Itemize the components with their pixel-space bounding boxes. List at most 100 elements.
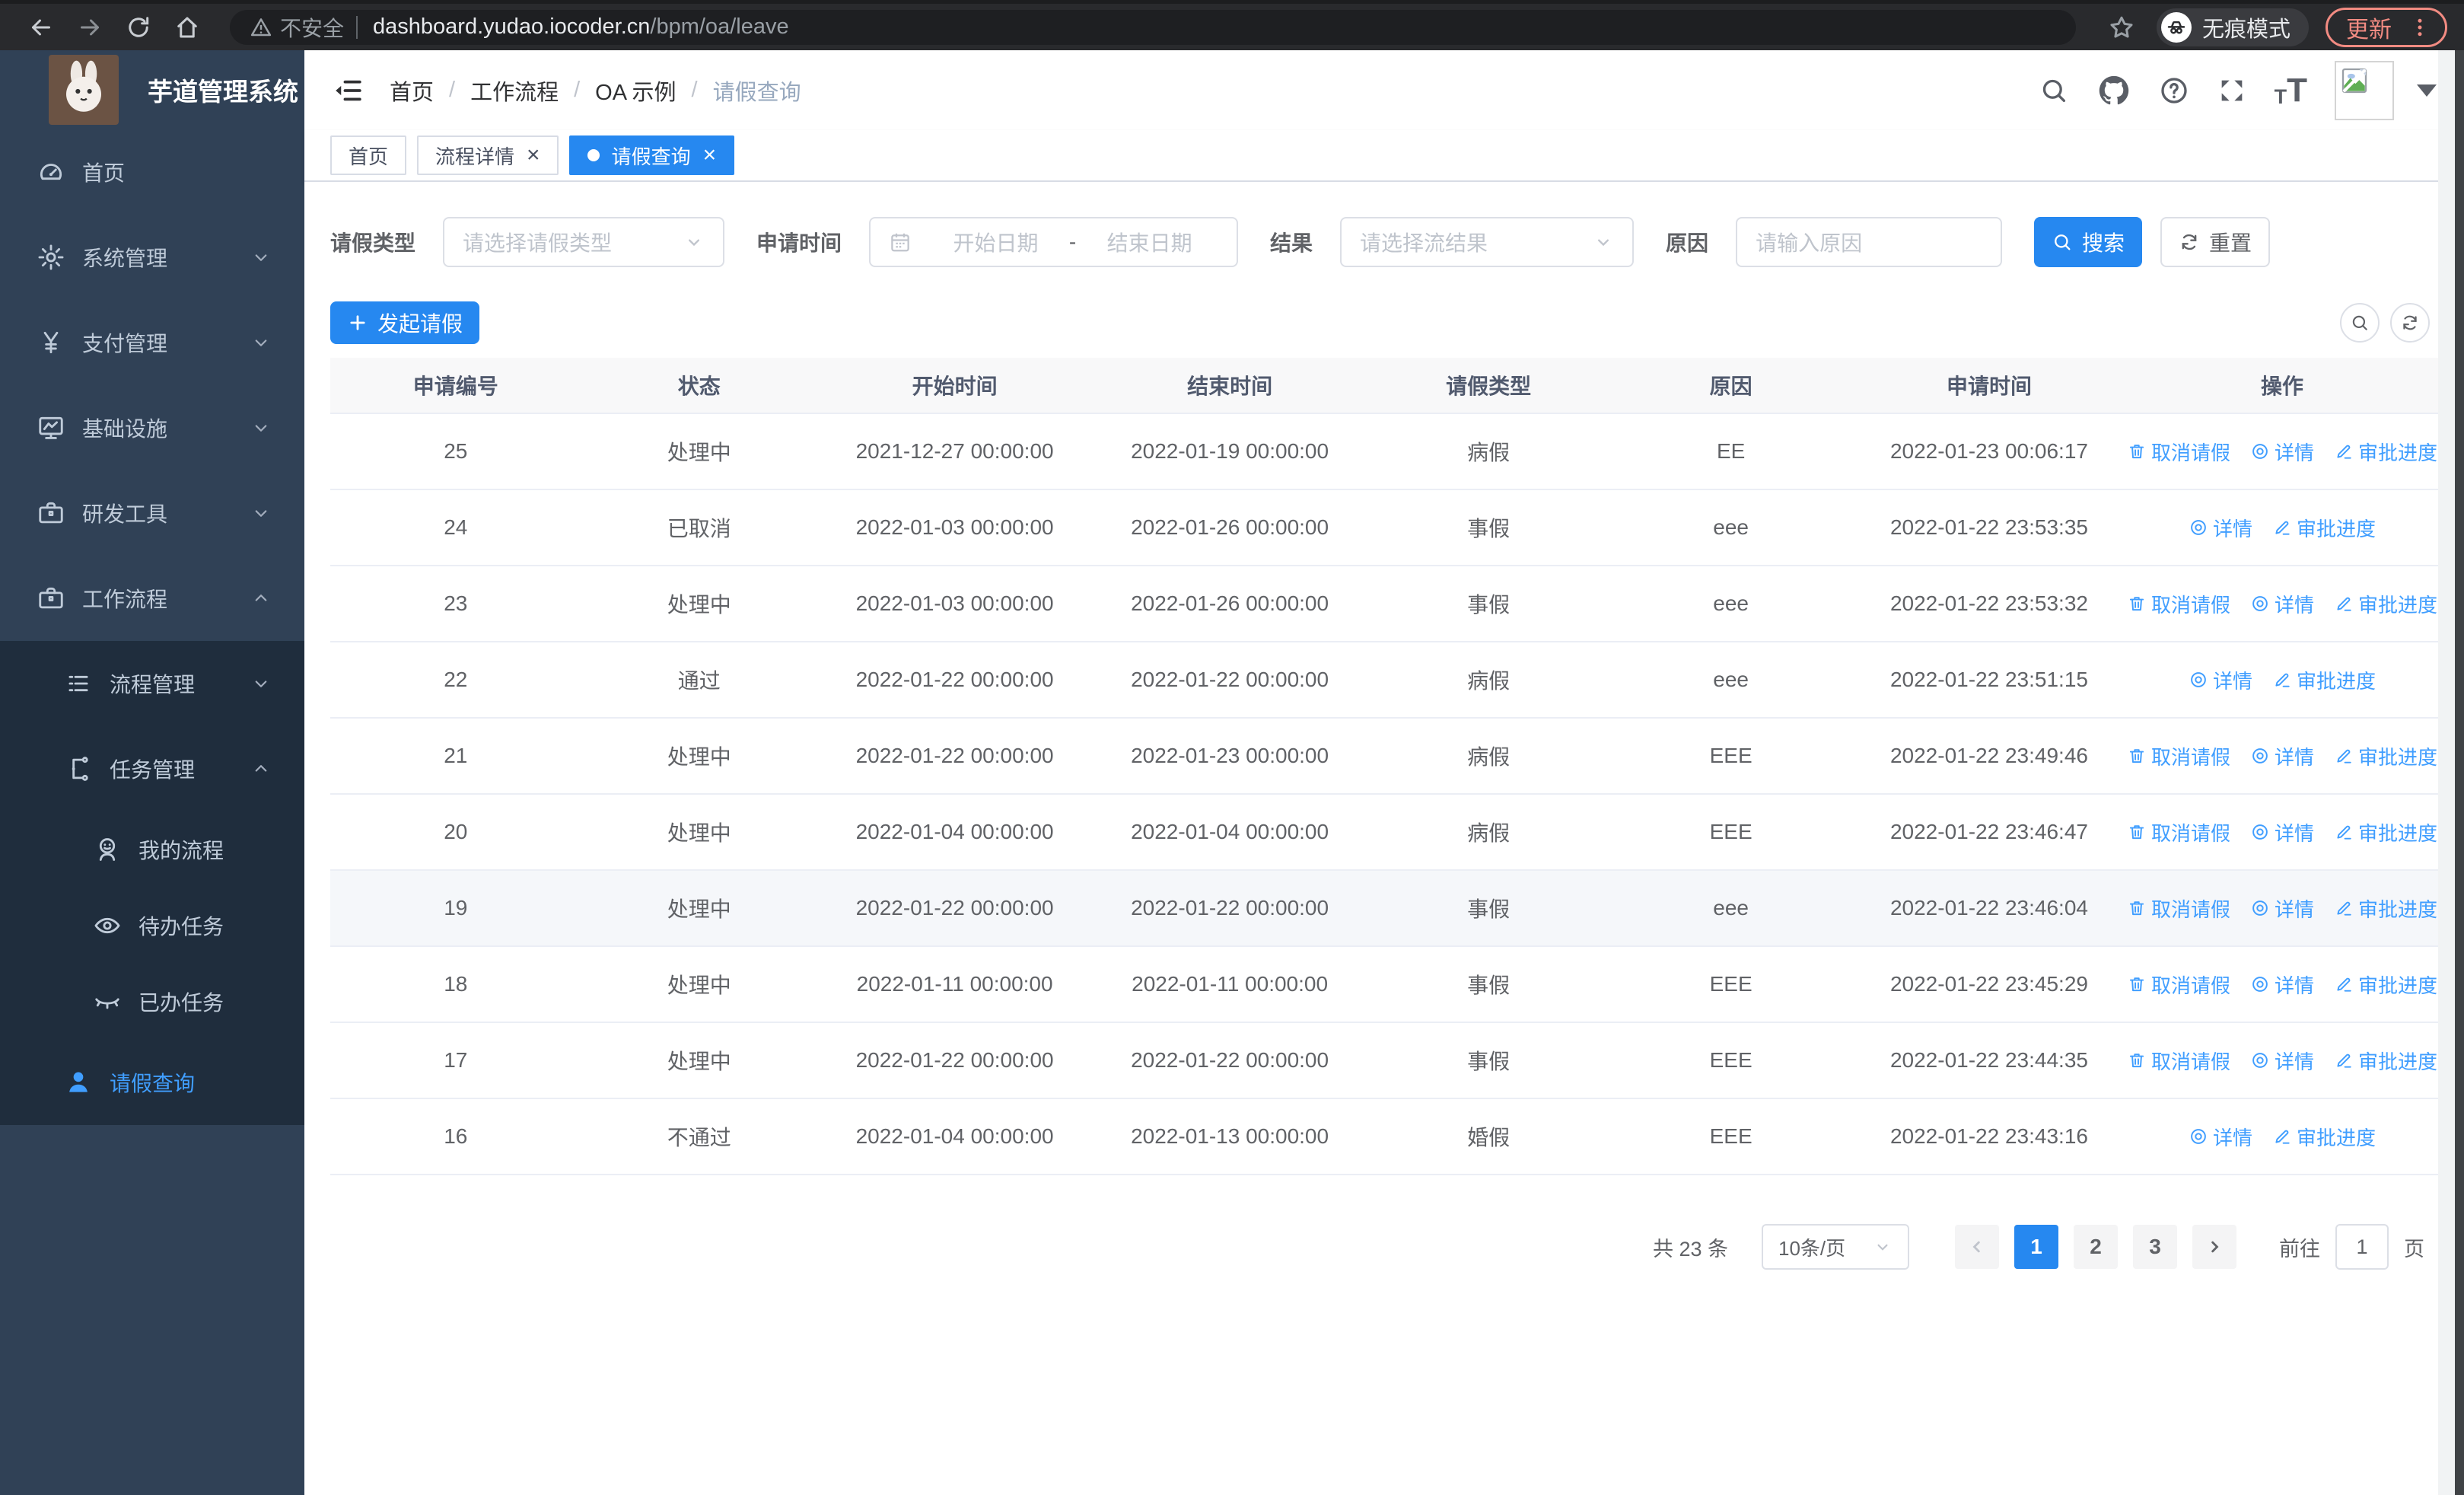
detail-link[interactable]: 详情 — [2189, 514, 2252, 542]
sidebar-item-task-mgmt[interactable]: 任务管理 — [0, 726, 304, 811]
search-button[interactable]: 搜索 — [2034, 217, 2143, 267]
cancel-leave-link[interactable]: 取消请假 — [2127, 971, 2230, 999]
breadcrumb-workflow[interactable]: 工作流程 — [470, 75, 559, 107]
detail-link[interactable]: 详情 — [2250, 971, 2314, 999]
approval-progress-link[interactable]: 审批进度 — [2334, 971, 2437, 999]
cell-apply-time: 2022-01-22 23:46:47 — [1889, 820, 2088, 843]
close-icon[interactable]: × — [703, 144, 717, 167]
detail-link[interactable]: 详情 — [2250, 742, 2314, 770]
page-button-1[interactable]: 1 — [2014, 1225, 2058, 1269]
detail-link[interactable]: 详情 — [2189, 666, 2252, 694]
cancel-leave-link[interactable]: 取消请假 — [2127, 742, 2230, 770]
sidebar-item-payment[interactable]: 支付管理 — [0, 300, 304, 385]
cell-leave-type: 事假 — [1467, 974, 1511, 997]
detail-link[interactable]: 详情 — [2250, 818, 2314, 846]
sidebar-item-done-task[interactable]: 已办任务 — [0, 964, 304, 1040]
cancel-leave-link[interactable]: 取消请假 — [2127, 894, 2230, 923]
tab-process-detail[interactable]: 流程详情 × — [417, 135, 559, 175]
approval-progress-link[interactable]: 审批进度 — [2334, 1047, 2437, 1075]
plus-icon — [350, 315, 365, 330]
sidebar-item-process-mgmt[interactable]: 流程管理 — [0, 641, 304, 726]
detail-link[interactable]: 详情 — [2250, 438, 2314, 466]
approval-progress-link[interactable]: 审批进度 — [2334, 590, 2437, 618]
tab-home[interactable]: 首页 — [330, 135, 407, 175]
cell-end-time: 2022-01-22 00:00:00 — [1131, 896, 1329, 920]
bookmark-star-icon[interactable] — [2108, 14, 2135, 41]
approval-progress-link[interactable]: 审批进度 — [2334, 742, 2437, 770]
sidebar-item-leave-query[interactable]: 请假查询 — [0, 1040, 304, 1125]
avatar-caret-icon[interactable] — [2417, 84, 2437, 97]
breadcrumb-home[interactable]: 首页 — [390, 75, 434, 107]
goto-label: 前往 — [2279, 1237, 2320, 1261]
goto-page-input[interactable]: 1 — [2335, 1224, 2389, 1270]
show-search-toggle-button[interactable] — [2340, 303, 2380, 343]
page-size-select[interactable]: 10条/页 — [1762, 1224, 1909, 1270]
sidebar-item-system[interactable]: 系统管理 — [0, 215, 304, 300]
app-logo-row[interactable]: 芋道管理系统 — [0, 50, 304, 129]
sidebar-item-infra[interactable]: 基础设施 — [0, 385, 304, 470]
cancel-leave-link[interactable]: 取消请假 — [2127, 590, 2230, 618]
refresh-table-button[interactable] — [2390, 303, 2430, 343]
cancel-leave-link[interactable]: 取消请假 — [2127, 1047, 2230, 1075]
detail-link[interactable]: 详情 — [2250, 894, 2314, 923]
approval-progress-link[interactable]: 审批进度 — [2272, 514, 2376, 542]
url-path: /bpm/oa/leave — [650, 14, 789, 39]
cell-apply-time: 2022-01-22 23:53:35 — [1889, 515, 2088, 539]
apply-time-range-picker[interactable]: 开始日期 - 结束日期 — [869, 217, 1239, 267]
cell-apply-id: 22 — [444, 668, 468, 691]
start-date-input[interactable]: 开始日期 — [927, 227, 1065, 257]
avatar[interactable] — [2335, 60, 2394, 120]
github-icon[interactable] — [2096, 73, 2131, 108]
sidebar-collapse-icon[interactable] — [332, 75, 364, 107]
tab-leave-query[interactable]: 请假查询 × — [568, 135, 735, 175]
app-logo — [49, 55, 119, 125]
approval-progress-link[interactable]: 审批进度 — [2334, 818, 2437, 846]
table-row: 18 处理中 2022-01-11 00:00:00 2022-01-11 00:00… — [330, 947, 2438, 1023]
detail-link[interactable]: 详情 — [2250, 1047, 2314, 1075]
cell-start-time: 2022-01-22 00:00:00 — [855, 668, 1054, 691]
approval-progress-link[interactable]: 审批进度 — [2334, 438, 2437, 466]
approval-progress-link[interactable]: 审批进度 — [2272, 666, 2376, 694]
column-header: 状态 — [677, 375, 721, 398]
end-date-input[interactable]: 结束日期 — [1081, 227, 1218, 257]
page-button-2[interactable]: 2 — [2074, 1225, 2118, 1269]
sidebar-item-devtools[interactable]: 研发工具 — [0, 470, 304, 556]
table-row: 23 处理中 2022-01-03 00:00:00 2022-01-26 00:00… — [330, 566, 2438, 642]
column-header: 开始时间 — [912, 375, 998, 398]
detail-link[interactable]: 详情 — [2250, 590, 2314, 618]
cancel-leave-link[interactable]: 取消请假 — [2127, 438, 2230, 466]
page-button-3[interactable]: 3 — [2133, 1225, 2177, 1269]
close-icon[interactable]: × — [527, 144, 540, 167]
address-bar[interactable]: 不安全 dashboard.yudao.iocoder.cn /bpm/oa/l… — [230, 9, 2076, 45]
breadcrumb-oa-example[interactable]: OA 示例 — [595, 75, 676, 107]
reset-button[interactable]: 重置 — [2160, 217, 2271, 267]
browser-back-icon[interactable] — [27, 14, 55, 41]
create-leave-button[interactable]: 发起请假 — [330, 301, 479, 344]
breadcrumb-separator: / — [574, 78, 581, 102]
help-icon[interactable] — [2159, 75, 2189, 106]
fullscreen-icon[interactable] — [2217, 75, 2247, 106]
leave-type-select[interactable]: 请选择请假类型 — [443, 217, 725, 267]
flow-icon — [64, 754, 93, 783]
reason-input[interactable]: 请输入原因 — [1736, 217, 2003, 267]
next-page-button[interactable] — [2192, 1225, 2236, 1269]
detail-link[interactable]: 详情 — [2189, 1123, 2252, 1151]
prev-page-button[interactable] — [1955, 1225, 1999, 1269]
browser-home-icon[interactable] — [173, 14, 201, 41]
result-select[interactable]: 请选择流结果 — [1340, 217, 1635, 267]
approval-progress-link[interactable]: 审批进度 — [2272, 1123, 2376, 1151]
scrollbar-track[interactable] — [2438, 50, 2455, 1495]
browser-reload-icon[interactable] — [125, 14, 152, 41]
browser-forward-icon[interactable] — [76, 14, 103, 41]
sidebar-item-workflow[interactable]: 工作流程 — [0, 556, 304, 641]
browser-update-button[interactable]: 更新 — [2326, 7, 2447, 47]
sidebar-item-todo-task[interactable]: 待办任务 — [0, 888, 304, 964]
cancel-leave-link[interactable]: 取消请假 — [2127, 818, 2230, 846]
sidebar-item-home[interactable]: 首页 — [0, 129, 304, 215]
cell-reason: EEE — [1709, 1048, 1752, 1072]
search-icon[interactable] — [2039, 75, 2069, 106]
font-size-icon[interactable]: TT — [2275, 73, 2307, 107]
sidebar-item-my-process[interactable]: 我的流程 — [0, 811, 304, 888]
cell-start-time: 2022-01-04 00:00:00 — [855, 820, 1054, 843]
approval-progress-link[interactable]: 审批进度 — [2334, 894, 2437, 923]
